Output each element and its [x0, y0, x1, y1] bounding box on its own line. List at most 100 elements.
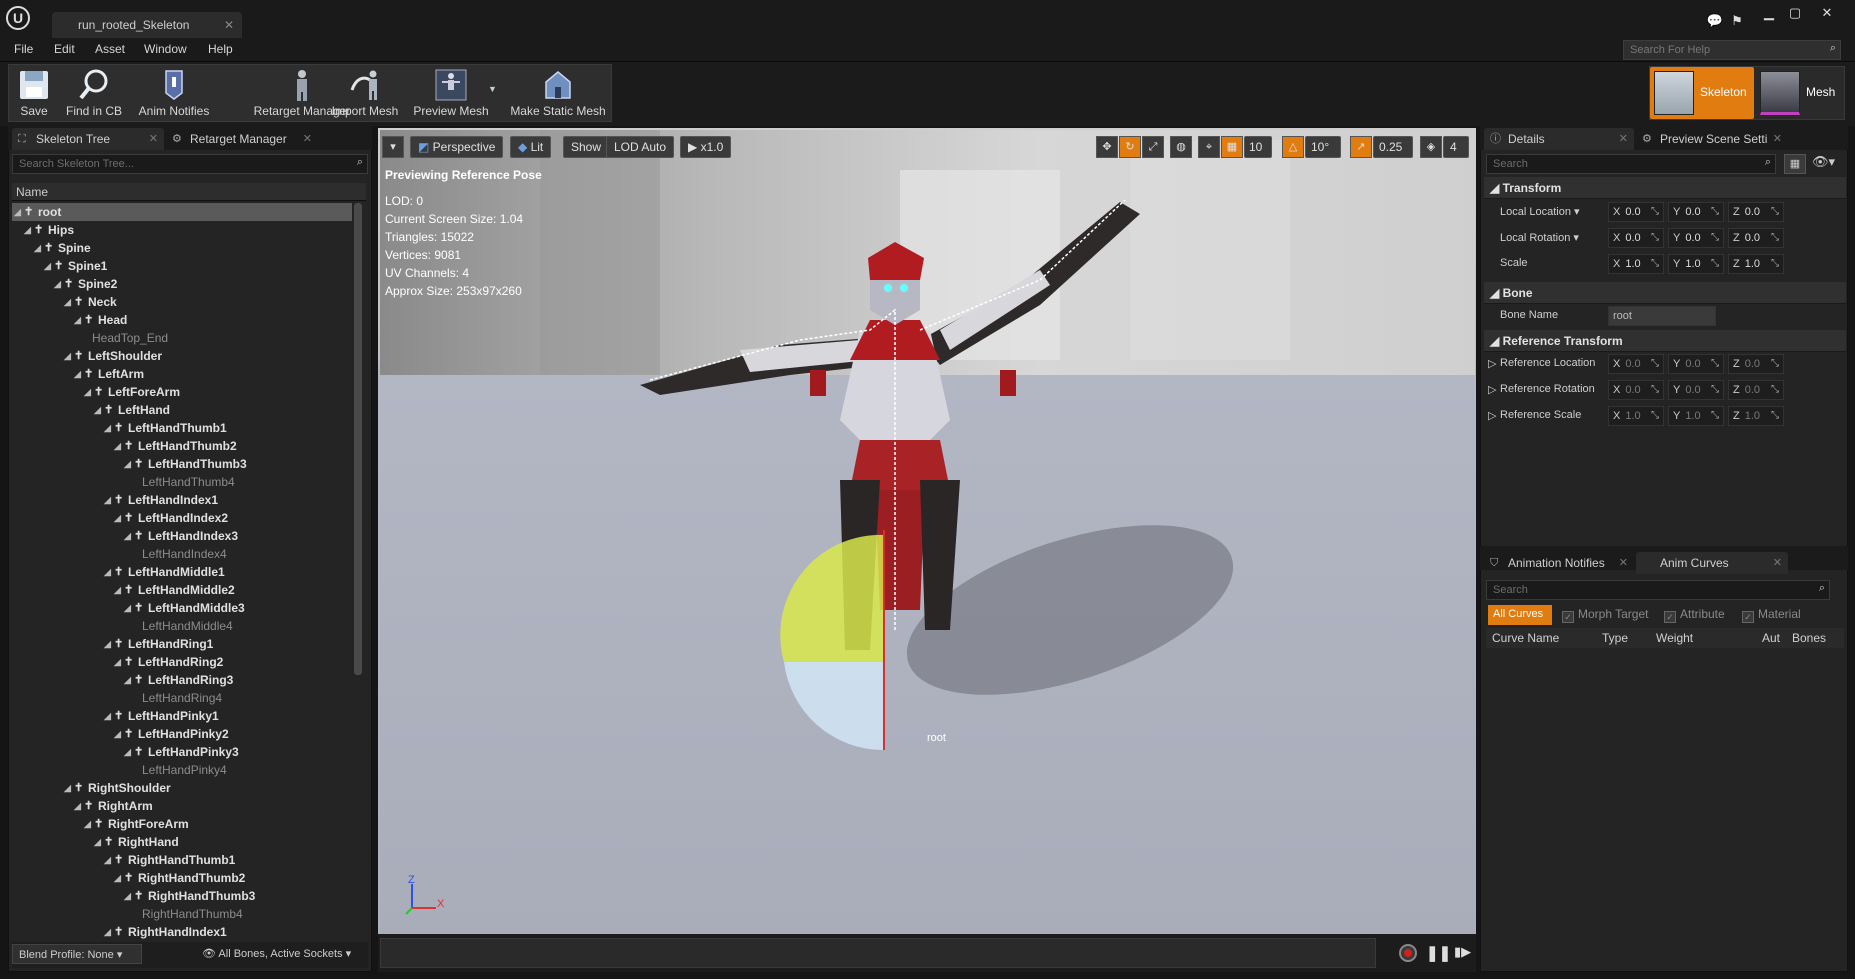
tab-retarget-manager[interactable]: ⚙ Retarget Manager ✕	[166, 128, 318, 150]
tree-row[interactable]: ◢ ✝ RightHandThumb1	[12, 851, 352, 869]
tree-row[interactable]: HeadTop_End	[12, 329, 352, 347]
close-tab-icon[interactable]: ✕	[1773, 556, 1782, 569]
anim-notifies-button[interactable]: Anim Notifies	[134, 64, 214, 122]
spin-handle-icon[interactable]: ⤡	[1711, 206, 1719, 217]
record-button[interactable]	[1399, 944, 1417, 962]
tree-row[interactable]: ◢ ✝ LeftHandIndex2	[12, 509, 352, 527]
minimize-button[interactable]: ▁	[1758, 4, 1780, 22]
tree-row[interactable]: ◢ ✝ LeftForeArm	[12, 383, 352, 401]
skeleton-mode-button[interactable]: Skeleton	[1650, 67, 1754, 119]
expand-arrow-icon[interactable]: ▷	[1488, 383, 1496, 396]
preview-mesh-button[interactable]: Preview Mesh	[410, 64, 492, 122]
tree-row[interactable]: ◢ ✝ root	[12, 203, 352, 221]
blend-profile-dropdown[interactable]: Blend Profile: None ▾	[12, 944, 142, 964]
expand-arrow-icon[interactable]: ◢	[124, 743, 131, 761]
show-button[interactable]: Show	[563, 136, 610, 158]
make-static-mesh-button[interactable]: Make Static Mesh	[508, 64, 608, 122]
menu-file[interactable]: File	[14, 42, 33, 56]
tree-row[interactable]: ◢ ✝ RightHandIndex1	[12, 923, 352, 939]
step-forward-button[interactable]: ▮▶	[1454, 944, 1471, 960]
spin-handle-icon[interactable]: ⤡	[1771, 232, 1779, 243]
spin-handle-icon[interactable]: ⤡	[1651, 384, 1659, 395]
expand-arrow-icon[interactable]: ◢	[104, 419, 111, 437]
column-curve-name[interactable]: Curve Name	[1492, 631, 1559, 645]
camera-speed-icon[interactable]: ◈	[1420, 136, 1442, 158]
close-tab-icon[interactable]: ✕	[149, 132, 158, 145]
scale-snap-value[interactable]: 0.25	[1373, 136, 1413, 158]
material-checkbox[interactable]: ✓ Material	[1742, 607, 1801, 623]
close-tab-icon[interactable]: ✕	[303, 132, 312, 145]
expand-arrow-icon[interactable]: ◢	[64, 779, 71, 797]
vector-field-y[interactable]: Y 1.0 ⤡	[1668, 254, 1724, 274]
column-type[interactable]: Type	[1602, 631, 1628, 645]
tree-row[interactable]: ◢ ✝ Spine	[12, 239, 352, 257]
menu-window[interactable]: Window	[144, 42, 187, 56]
property-label[interactable]: Local Location ▾	[1500, 205, 1580, 218]
expand-arrow-icon[interactable]: ◢	[114, 581, 121, 599]
spin-handle-icon[interactable]: ⤡	[1651, 206, 1659, 217]
expand-arrow-icon[interactable]: ◢	[64, 347, 71, 365]
column-weight[interactable]: Weight	[1656, 631, 1693, 645]
tree-row[interactable]: LeftHandThumb4	[12, 473, 352, 491]
vector-field-z[interactable]: Z 1.0 ⤡	[1728, 406, 1784, 426]
tab-details[interactable]: ⓘ Details ✕	[1484, 128, 1634, 150]
menu-asset[interactable]: Asset	[95, 42, 125, 56]
help-search-input[interactable]: Search For Help ⌕	[1623, 40, 1841, 60]
tree-row[interactable]: LeftHandPinky4	[12, 761, 352, 779]
property-label[interactable]: Local Rotation ▾	[1500, 231, 1579, 244]
tree-row[interactable]: ◢ ✝ LeftHandRing2	[12, 653, 352, 671]
expand-arrow-icon[interactable]: ◢	[54, 275, 61, 293]
expand-arrow-icon[interactable]: ◢	[104, 851, 111, 869]
close-tab-icon[interactable]: ✕	[1619, 556, 1628, 569]
spin-handle-icon[interactable]: ⤡	[1711, 358, 1719, 369]
expand-arrow-icon[interactable]: ◢	[74, 797, 81, 815]
tree-row[interactable]: LeftHandIndex4	[12, 545, 352, 563]
feedback-icon[interactable]: 💬	[1704, 12, 1726, 30]
expand-arrow-icon[interactable]: ◢	[24, 221, 31, 239]
expand-arrow-icon[interactable]: ◢	[124, 671, 131, 689]
tree-row[interactable]: ◢ ✝ Neck	[12, 293, 352, 311]
reference-transform-category[interactable]: ◢ Reference Transform	[1484, 330, 1846, 352]
close-tab-icon[interactable]: ✕	[1619, 132, 1628, 145]
tree-row[interactable]: RightHandThumb4	[12, 905, 352, 923]
expand-arrow-icon[interactable]: ◢	[114, 725, 121, 743]
tree-row[interactable]: ◢ ✝ LeftHandRing3	[12, 671, 352, 689]
tree-row[interactable]: ◢ ✝ LeftHandPinky1	[12, 707, 352, 725]
details-search-input[interactable]: Search ⌕	[1486, 154, 1776, 174]
expand-arrow-icon[interactable]: ◢	[124, 455, 131, 473]
tree-row[interactable]: ◢ ✝ LeftHandRing1	[12, 635, 352, 653]
tab-preview-scene-settings[interactable]: ⚙ Preview Scene Setti ✕	[1636, 128, 1788, 150]
spin-handle-icon[interactable]: ⤡	[1771, 358, 1779, 369]
expand-arrow-icon[interactable]: ◢	[114, 869, 121, 887]
spin-handle-icon[interactable]: ⤡	[1771, 384, 1779, 395]
attribute-checkbox[interactable]: ✓ Attribute	[1664, 607, 1725, 623]
character-mesh[interactable]	[620, 190, 1180, 790]
expand-arrow-icon[interactable]: ▷	[1488, 409, 1496, 422]
camera-speed-value[interactable]: 4	[1443, 136, 1469, 158]
expand-arrow-icon[interactable]: ◢	[104, 563, 111, 581]
morph-target-checkbox[interactable]: ✓ Morph Target	[1562, 607, 1648, 623]
vector-field-y[interactable]: Y 0.0 ⤡	[1668, 228, 1724, 248]
column-bones[interactable]: Bones	[1792, 631, 1826, 645]
expand-arrow-icon[interactable]: ◢	[94, 833, 101, 851]
menu-help[interactable]: Help	[208, 42, 233, 56]
vector-field-z[interactable]: Z 0.0 ⤡	[1728, 354, 1784, 374]
skeleton-tree-search-input[interactable]: Search Skeleton Tree... ⌕	[12, 154, 368, 174]
viewport-options-dropdown[interactable]: ▾	[382, 136, 404, 158]
spin-handle-icon[interactable]: ⤡	[1651, 258, 1659, 269]
spin-handle-icon[interactable]: ⤡	[1651, 410, 1659, 421]
grid-snap-value[interactable]: 10	[1244, 136, 1272, 158]
menu-edit[interactable]: Edit	[54, 42, 75, 56]
spin-handle-icon[interactable]: ⤡	[1711, 232, 1719, 243]
surface-snap-icon[interactable]: ⌖	[1198, 136, 1220, 158]
vector-field-y[interactable]: Y 0.0 ⤡	[1668, 354, 1724, 374]
close-tab-icon[interactable]: ✕	[1773, 132, 1782, 145]
maximize-button[interactable]: ▢	[1784, 4, 1806, 22]
vector-field-y[interactable]: Y 0.0 ⤡	[1668, 202, 1724, 222]
tab-skeleton-tree[interactable]: ⛶ Skeleton Tree ✕	[12, 128, 164, 150]
tree-row[interactable]: ◢ ✝ Hips	[12, 221, 352, 239]
rotation-snap-value[interactable]: 10°	[1305, 136, 1341, 158]
expand-arrow-icon[interactable]: ◢	[84, 383, 91, 401]
vector-field-x[interactable]: X 0.0 ⤡	[1608, 380, 1664, 400]
tree-row[interactable]: ◢ ✝ LeftShoulder	[12, 347, 352, 365]
